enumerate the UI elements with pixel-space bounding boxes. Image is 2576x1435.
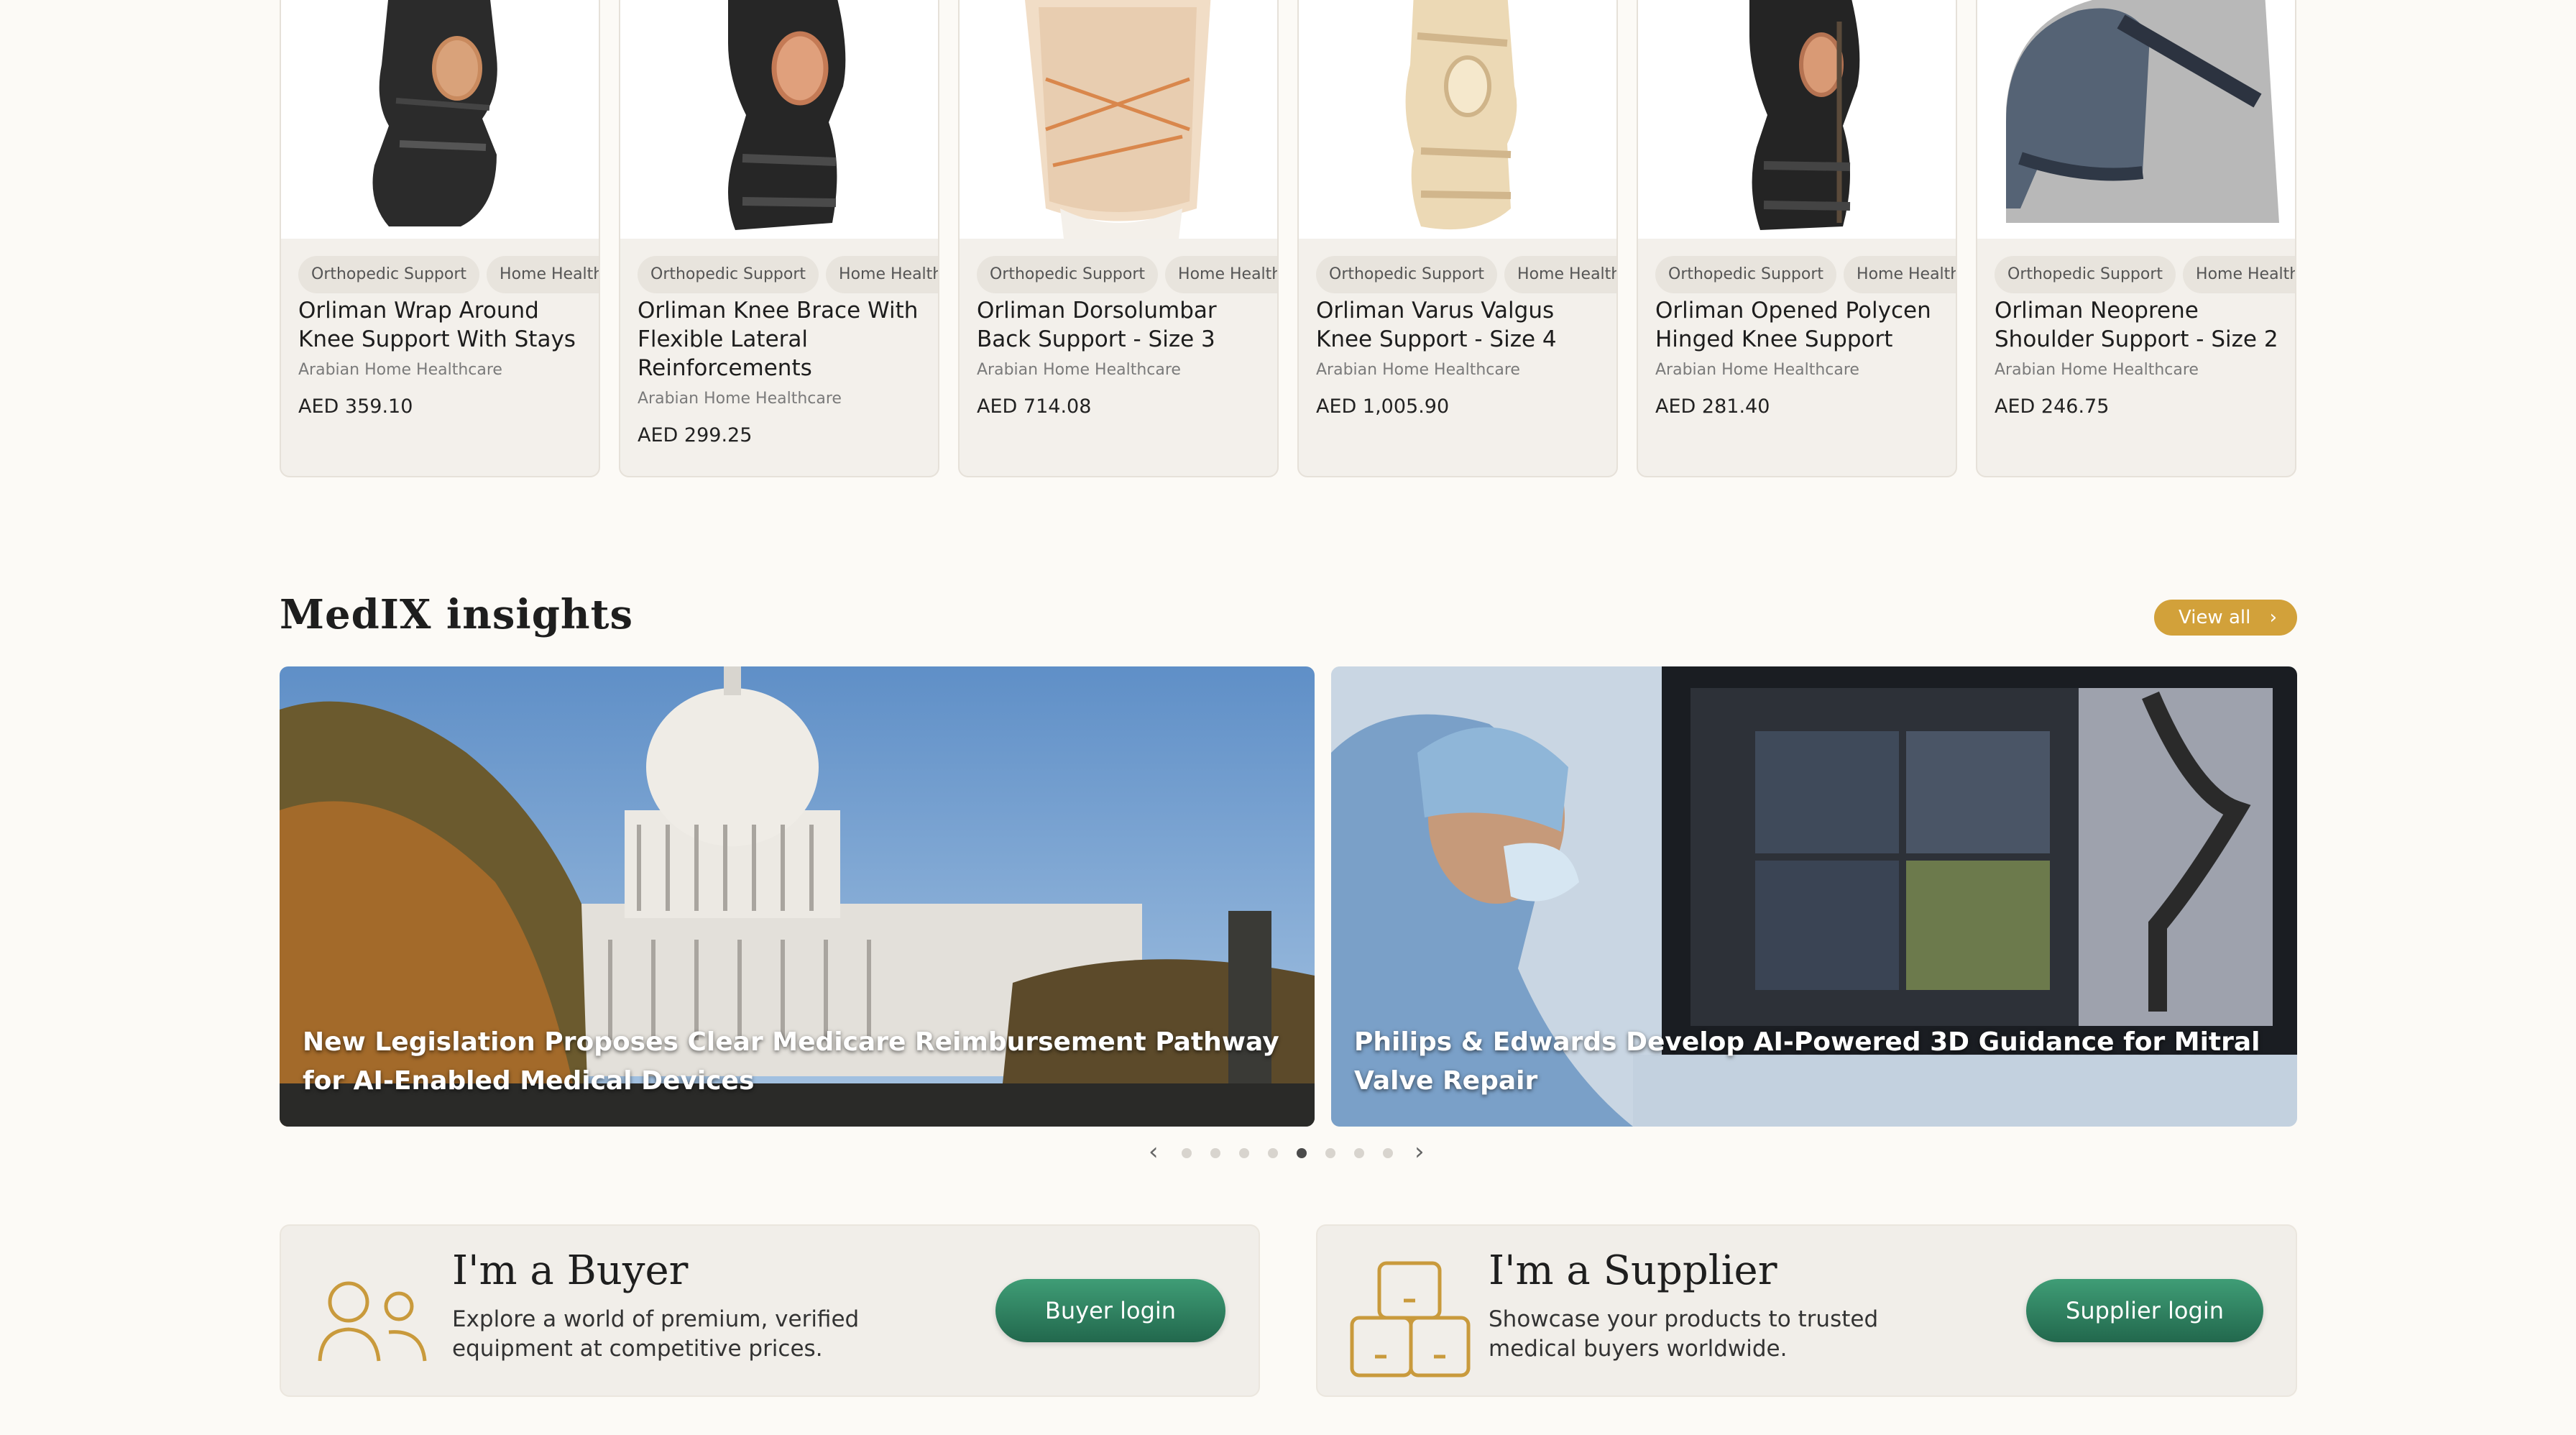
product-price: AED 281.40 [1655, 395, 1770, 418]
product-image [1638, 0, 1956, 239]
product-card[interactable]: Orthopedic SupportHome Healthcare Orlima… [958, 0, 1279, 477]
product-vendor: Arabian Home Healthcare [977, 361, 1181, 379]
product-price: AED 714.08 [977, 395, 1092, 418]
product-image [1299, 0, 1616, 239]
product-image [281, 0, 599, 239]
category-tag: Home Healthcare [1504, 256, 1616, 293]
category-tag: Home Healthcare [1165, 256, 1277, 293]
product-image [620, 0, 938, 239]
users-icon [318, 1281, 427, 1362]
product-vendor: Arabian Home Healthcare [1316, 361, 1520, 379]
buyer-login-button[interactable]: Buyer login [995, 1279, 1225, 1342]
chevron-right-icon[interactable]: › [1414, 1137, 1425, 1166]
supplier-title: I'm a Supplier [1489, 1247, 1777, 1294]
chevron-right-icon: › [2269, 607, 2277, 628]
product-card[interactable]: Orthopedic SupportHome Healthcare Orlima… [280, 0, 600, 477]
buyer-panel: I'm a Buyer Explore a world of premium, … [280, 1224, 1260, 1397]
supplier-panel: I'm a Supplier Showcase your products to… [1316, 1224, 2297, 1397]
product-vendor: Arabian Home Healthcare [1995, 361, 2199, 379]
product-vendor: Arabian Home Healthcare [298, 361, 502, 379]
article-title[interactable]: New Legislation Proposes Clear Medicare … [303, 1023, 1286, 1101]
product-name[interactable]: Orliman Wrap Around Knee Support With St… [298, 296, 586, 354]
view-all-button[interactable]: View all › [2154, 600, 2297, 636]
product-name[interactable]: Orliman Opened Polycen Hinged Knee Suppo… [1655, 296, 1943, 354]
supplier-login-button[interactable]: Supplier login [2026, 1279, 2263, 1342]
product-vendor: Arabian Home Healthcare [1655, 361, 1859, 379]
pager-dot[interactable] [1325, 1148, 1335, 1158]
product-name[interactable]: Orliman Varus Valgus Knee Support - Size… [1316, 296, 1604, 354]
product-card[interactable]: Orthopedic SupportHome Healthcare Orlima… [619, 0, 939, 477]
product-name[interactable]: Orliman Neoprene Shoulder Support - Size… [1995, 296, 2282, 354]
product-image [1977, 0, 2295, 239]
article-card[interactable]: New Legislation Proposes Clear Medicare … [280, 666, 1315, 1127]
category-tag: Orthopedic Support [1655, 256, 1837, 293]
pager-dot-active[interactable] [1297, 1148, 1307, 1158]
chevron-left-icon[interactable]: ‹ [1149, 1137, 1159, 1166]
category-tag: Home Healthcare [826, 256, 938, 293]
category-tag: Orthopedic Support [638, 256, 819, 293]
category-tag: Orthopedic Support [298, 256, 480, 293]
carousel-pager: ‹ › [1143, 1137, 1445, 1166]
pager-dot[interactable] [1383, 1148, 1393, 1158]
product-name[interactable]: Orliman Dorsolumbar Back Support - Size … [977, 296, 1264, 354]
pager-dot[interactable] [1268, 1148, 1278, 1158]
product-carousel: Orthopedic SupportHome Healthcare Orlima… [280, 0, 2297, 479]
product-image [960, 0, 1277, 239]
boxes-icon [1350, 1261, 1471, 1377]
article-title[interactable]: Philips & Edwards Develop AI-Powered 3D … [1354, 1023, 2268, 1101]
product-card[interactable]: Orthopedic SupportHome Healthcare Orlima… [1637, 0, 1957, 477]
buyer-description: Explore a world of premium, verified equ… [452, 1306, 860, 1362]
product-card[interactable]: Orthopedic SupportHome Healthcare Orlima… [1976, 0, 2296, 477]
product-price: AED 246.75 [1995, 395, 2110, 418]
pager-dot[interactable] [1354, 1148, 1364, 1158]
category-tag: Home Healthcare [487, 256, 599, 293]
category-tag: Orthopedic Support [977, 256, 1159, 293]
pager-dot[interactable] [1239, 1148, 1249, 1158]
product-vendor: Arabian Home Healthcare [638, 390, 842, 408]
category-tag: Home Healthcare [1844, 256, 1956, 293]
product-card[interactable]: Orthopedic SupportHome Healthcare Orlima… [1297, 0, 1618, 477]
category-tag: Orthopedic Support [1316, 256, 1498, 293]
product-price: AED 359.10 [298, 395, 413, 418]
category-tag: Home Healthcare [2183, 256, 2295, 293]
section-title: MedIX insights [280, 591, 633, 638]
supplier-description: Showcase your products to trusted medica… [1489, 1306, 1879, 1362]
category-tag: Orthopedic Support [1995, 256, 2176, 293]
pager-dot[interactable] [1182, 1148, 1192, 1158]
product-name[interactable]: Orliman Knee Brace With Flexible Lateral… [638, 296, 925, 382]
article-card[interactable]: Philips & Edwards Develop AI-Powered 3D … [1331, 666, 2297, 1127]
product-price: AED 1,005.90 [1316, 395, 1450, 418]
buyer-title: I'm a Buyer [452, 1247, 689, 1294]
view-all-label: View all [2179, 607, 2251, 628]
pager-dot[interactable] [1210, 1148, 1220, 1158]
product-price: AED 299.25 [638, 424, 753, 446]
